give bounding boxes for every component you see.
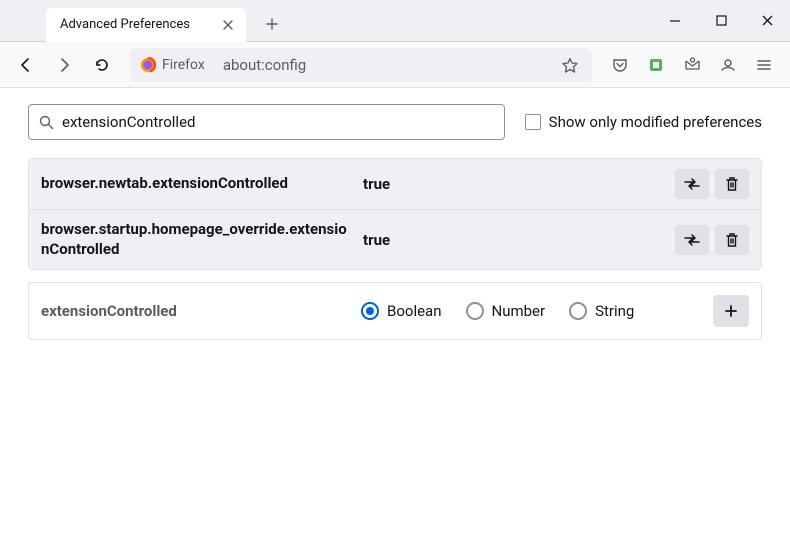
add-pref-button[interactable]: [713, 295, 749, 327]
radio-label: String: [595, 302, 634, 320]
pref-name: browser.startup.homepage_override.extens…: [41, 220, 351, 259]
type-radio-group: Boolean Number String: [361, 302, 693, 320]
extension-icon[interactable]: [640, 49, 672, 81]
delete-button[interactable]: [715, 169, 749, 199]
show-modified-checkbox[interactable]: Show only modified preferences: [525, 113, 762, 131]
close-window-button[interactable]: [744, 0, 790, 42]
url-bar[interactable]: Firefox about:config: [130, 48, 592, 82]
browser-tab[interactable]: Advanced Preferences: [46, 8, 246, 42]
preferences-list: browser.newtab.extensionControlled true …: [28, 158, 762, 270]
search-input[interactable]: [62, 113, 494, 131]
maximize-button[interactable]: [698, 0, 744, 42]
titlebar: Advanced Preferences: [0, 0, 790, 42]
pref-name: browser.newtab.extensionControlled: [41, 174, 351, 194]
menu-button[interactable]: [748, 49, 780, 81]
account-icon[interactable]: [712, 49, 744, 81]
forward-button[interactable]: [48, 49, 80, 81]
pocket-icon[interactable]: [604, 49, 636, 81]
radio-icon: [361, 302, 379, 320]
checkbox-icon: [525, 114, 541, 130]
pref-row[interactable]: browser.newtab.extensionControlled true: [29, 159, 761, 210]
radio-label: Number: [492, 302, 546, 320]
checkbox-label: Show only modified preferences: [549, 113, 762, 131]
toggle-button[interactable]: [675, 225, 709, 255]
delete-button[interactable]: [715, 225, 749, 255]
new-tab-button[interactable]: [258, 10, 286, 38]
close-tab-icon[interactable]: [220, 17, 236, 33]
back-button[interactable]: [10, 49, 42, 81]
identity-label: Firefox: [162, 57, 205, 73]
content-area: Show only modified preferences browser.n…: [0, 88, 790, 356]
search-box[interactable]: [28, 104, 505, 140]
new-pref-row: extensionControlled Boolean Number Strin…: [28, 282, 762, 340]
radio-number[interactable]: Number: [466, 302, 546, 320]
radio-string[interactable]: String: [569, 302, 634, 320]
browser-window: Advanced Preferences: [0, 0, 790, 553]
pref-row[interactable]: browser.startup.homepage_override.extens…: [29, 210, 761, 269]
window-controls: [652, 0, 790, 42]
toggle-button[interactable]: [675, 169, 709, 199]
new-pref-name: extensionControlled: [41, 302, 341, 320]
bookmark-star-icon[interactable]: [558, 53, 582, 77]
radio-boolean[interactable]: Boolean: [361, 302, 442, 320]
tab-title: Advanced Preferences: [60, 17, 210, 32]
search-row: Show only modified preferences: [28, 104, 762, 140]
url-text: about:config: [223, 56, 306, 74]
identity-box[interactable]: Firefox: [134, 54, 215, 76]
firefox-logo-icon: [140, 57, 156, 73]
reload-button[interactable]: [86, 49, 118, 81]
pref-value: true: [363, 175, 663, 193]
radio-icon: [569, 302, 587, 320]
mail-icon[interactable]: [676, 49, 708, 81]
radio-label: Boolean: [387, 302, 442, 320]
minimize-button[interactable]: [652, 0, 698, 42]
radio-icon: [466, 302, 484, 320]
search-icon: [39, 115, 54, 130]
toolbar: Firefox about:config: [0, 42, 790, 88]
pref-value: true: [363, 231, 663, 249]
